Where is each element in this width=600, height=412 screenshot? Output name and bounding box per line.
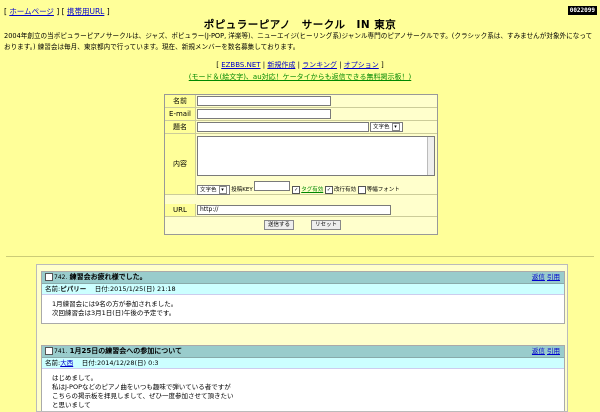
nav-bracket-close: ] — [378, 61, 384, 69]
subject-color-select[interactable]: 文字色 ▾ — [370, 122, 403, 132]
bracket-close: ] — [104, 7, 110, 16]
new-post-link[interactable]: 新規作成 — [267, 61, 295, 69]
tag-checkbox[interactable]: ✓ — [292, 185, 301, 194]
name-row: 名前 — [165, 95, 437, 108]
post-line: 1月練習会には9名の方が参加されました。 — [52, 300, 178, 308]
author-label: 名前: — [45, 359, 61, 367]
options-link[interactable]: オプション — [344, 61, 379, 69]
subject-label: 題名 — [165, 121, 196, 133]
newline-checkbox[interactable]: ✓ — [324, 185, 333, 194]
post-title: 練習会お疲れ様でした。 — [69, 273, 147, 281]
post-line: こちらの掲示板を拝見しまして、ぜひ一度参加させて頂きたい — [52, 392, 234, 400]
fixed-font-label: 等幅フォント — [366, 187, 400, 193]
mobile-note: (モード＆(絵文字)、au対応！ケータイからも返信できる無料掲示板！) — [0, 72, 600, 82]
ranking-link[interactable]: ランキング — [302, 61, 337, 69]
post-meta: 名前:大西 日付:2014/12/28(日) 0:3 — [42, 358, 564, 369]
name-input[interactable] — [197, 96, 331, 106]
post-line: はじめまして。 — [52, 374, 98, 382]
post-line: 次回練習会は3月1日(日)午後の予定です。 — [52, 309, 176, 317]
date-label: 日付: — [94, 285, 110, 293]
reply-link[interactable]: 返信 — [532, 273, 545, 281]
post-date: 2015/1/25(日) 21:18 — [109, 285, 176, 293]
newline-label: 改行有効 — [333, 187, 356, 193]
submit-button[interactable]: 送信する — [264, 220, 295, 230]
chevron-down-icon: ▾ — [391, 123, 400, 131]
url-label: URL — [165, 204, 196, 216]
subject-row: 題名 文字色 ▾ — [165, 121, 437, 134]
board-nav: [ EZBBS.NET | 新規作成 | ランキング | オプション ] — [0, 60, 600, 70]
tag-label[interactable]: タグ有効 — [301, 187, 323, 193]
color-select-value: 文字色 — [373, 124, 390, 131]
post-line: 私はJ-POPなどのピアノ曲をいつも趣味で弾いている者ですが — [52, 383, 231, 391]
access-counter: 0022099 — [567, 6, 597, 15]
post-title: 1月25日の練習会への参加について — [69, 347, 182, 355]
email-label: E-mail — [165, 108, 196, 120]
post-item: 741. 1月25日の練習会への参加について 返信 引用 名前:大西 日付:20… — [41, 345, 565, 411]
post-number: 742. — [54, 274, 68, 281]
posts-pane: 742. 練習会お疲れ様でした。 返信 引用 名前:ピパリー 日付:2015/1… — [36, 264, 568, 412]
mobile-board-link[interactable]: (モード＆(絵文字)、au対応！ケータイからも返信できる無料掲示板！) — [189, 73, 412, 81]
subject-input[interactable] — [197, 122, 369, 132]
author-label: 名前: — [45, 285, 61, 293]
chevron-down-icon: ▾ — [218, 185, 227, 194]
name-label: 名前 — [165, 95, 196, 107]
post-meta: 名前:ピパリー 日付:2015/1/25(日) 21:18 — [42, 284, 564, 295]
top-navigation: [ ホームページ ] [ 携帯用URL ] — [4, 6, 110, 17]
reset-button[interactable]: リセット — [311, 220, 342, 230]
page-description: 2004年創立の当ポピュラーピアノサークルは、ジャズ、ポピュラー(J-POP, … — [4, 32, 593, 51]
reply-link[interactable]: 返信 — [532, 347, 545, 355]
date-label: 日付: — [81, 359, 97, 367]
body-options: 文字色 ▾ 投稿KEY ✓ タグ有効 ✓ 改行有効 等幅フォント — [197, 181, 400, 195]
author-name[interactable]: 大西 — [60, 359, 73, 367]
post-body: はじめまして。 私はJ-POPなどのピアノ曲をいつも趣味で弾いている者ですが こ… — [42, 369, 564, 411]
post-checkbox[interactable] — [45, 347, 53, 355]
color-select-value: 文字色 — [200, 187, 217, 193]
author-name: ピパリー — [60, 285, 87, 293]
post-item: 742. 練習会お疲れ様でした。 返信 引用 名前:ピパリー 日付:2015/1… — [41, 271, 565, 324]
post-body: 1月練習会には9名の方が参加されました。 次回練習会は3月1日(日)午後の予定で… — [42, 295, 564, 323]
post-line: と思いまして — [52, 401, 91, 409]
post-date: 2014/12/28(日) 0:3 — [96, 359, 159, 367]
body-color-select[interactable]: 文字色 ▾ — [197, 184, 230, 195]
fixed-font-checkbox[interactable] — [357, 185, 366, 194]
url-input[interactable]: http:// — [197, 205, 391, 215]
url-row: URL http:// — [165, 204, 437, 217]
key-input[interactable] — [254, 181, 291, 191]
post-number: 741. — [54, 348, 68, 355]
post-form: 名前 E-mail 題名 文字色 ▾ 内容 文字色 ▾ 投稿KEY ✓ タグ有効 ✓ 改… — [164, 94, 438, 235]
page-title: ポピュラーピアノ サークル IN 東京 — [203, 19, 397, 31]
body-label: 内容 — [165, 134, 196, 194]
email-row: E-mail — [165, 108, 437, 121]
body-row: 内容 文字色 ▾ 投稿KEY ✓ タグ有効 ✓ 改行有効 等幅フォント — [165, 134, 437, 195]
email-input[interactable] — [197, 109, 331, 119]
post-header: 742. 練習会お疲れ様でした。 返信 引用 — [42, 272, 564, 284]
quote-link[interactable]: 引用 — [547, 347, 560, 355]
nav-sep: | — [336, 61, 344, 69]
body-textarea[interactable] — [197, 136, 435, 176]
homepage-link[interactable]: ホームページ — [9, 7, 54, 16]
textarea-scrollbar[interactable] — [427, 137, 434, 175]
key-label: 投稿KEY — [231, 187, 253, 193]
post-checkbox[interactable] — [45, 273, 53, 281]
quote-link[interactable]: 引用 — [547, 273, 560, 281]
bracket-sep: ] [ — [53, 7, 67, 16]
mobile-url-link[interactable]: 携帯用URL — [67, 7, 104, 16]
post-header: 741. 1月25日の練習会への参加について 返信 引用 — [42, 346, 564, 358]
divider — [6, 256, 594, 257]
ezbbs-link[interactable]: EZBBS.NET — [221, 61, 260, 69]
